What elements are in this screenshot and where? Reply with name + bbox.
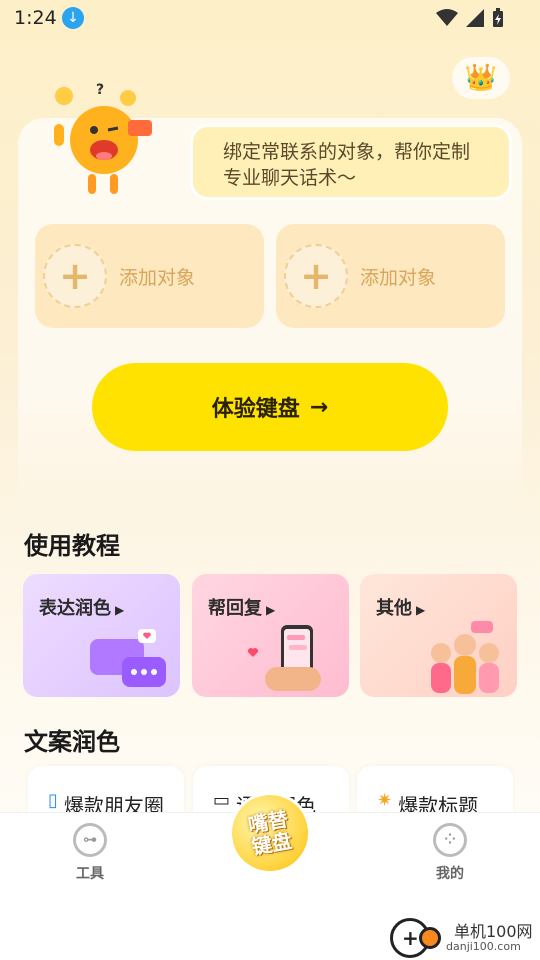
mascot-illustration: ? [54,82,152,194]
watermark-url: danji100.com [446,940,521,953]
phone-in-hand-illustration [247,625,321,691]
tutorial-card-label: 表达润色 [39,598,111,619]
add-contact-label: 添加对象 [119,266,196,289]
site-watermark: + 单机100网 danji100.com [390,916,540,960]
tutorial-card-label: 帮回复 [208,598,262,619]
tab-mine-label: 我的 [436,866,464,882]
watermark-logo-icon: + [390,918,441,958]
keyboard-logo-text: 嘴替键盘 [246,806,294,860]
chat-bubble-icon: ▭ [213,790,231,811]
add-contact-slot-2[interactable]: + 添加对象 [276,224,505,328]
copywriting-section-title: 文案润色 [24,728,120,756]
status-bar: 1:24 ↓ [0,0,540,38]
battery-icon [493,8,503,27]
chat-bubbles-illustration [90,629,166,687]
play-icon: ▶ [115,603,125,617]
intro-speech-bubble: 绑定常联系的对象，帮你定制 专业聊天话术～ [190,124,512,200]
crown-icon: 👑 [464,63,498,93]
tutorial-section-title: 使用教程 [24,532,120,560]
status-time: 1:24 [14,7,57,29]
vip-crown-button[interactable]: 👑 [452,57,510,99]
try-keyboard-label: 体验键盘 [211,397,300,422]
bubble-line-2: 专业聊天话术～ [223,167,357,189]
smile-face-icon: ⁘ [433,823,467,857]
play-icon: ▶ [416,603,426,617]
svg-text:?: ? [96,82,104,98]
play-icon: ▶ [266,603,276,617]
arrow-right-icon: → [309,394,329,420]
tutorial-card-label: 其他 [376,598,412,619]
tab-tools[interactable]: ⊶ 工具 [50,823,130,883]
wifi-icon [436,9,458,26]
phone-icon: ▯ [48,790,58,811]
tab-mine[interactable]: ⁘ 我的 [410,823,490,883]
plus-icon: + [43,244,107,308]
star-icon: ✷ [377,790,393,811]
tutorial-card-other[interactable]: 其他 ▶ [360,574,517,697]
watermark-name: 单机100网 [454,922,533,941]
tab-tools-label: 工具 [76,866,104,882]
tutorial-card-reply[interactable]: 帮回复 ▶ [192,574,349,697]
friends-group-illustration [431,621,499,694]
bubble-line-1: 绑定常联系的对象，帮你定制 [223,141,471,163]
try-keyboard-button[interactable]: 体验键盘 → [92,363,448,451]
tutorial-card-polish[interactable]: 表达润色 ▶ [23,574,180,697]
add-contact-label: 添加对象 [360,266,437,289]
plus-icon: + [284,244,348,308]
add-contact-slot-1[interactable]: + 添加对象 [35,224,264,328]
signal-icon [466,9,484,27]
toolbox-icon: ⊶ [73,823,107,857]
download-icon: ↓ [62,7,84,29]
status-icons [436,8,504,28]
